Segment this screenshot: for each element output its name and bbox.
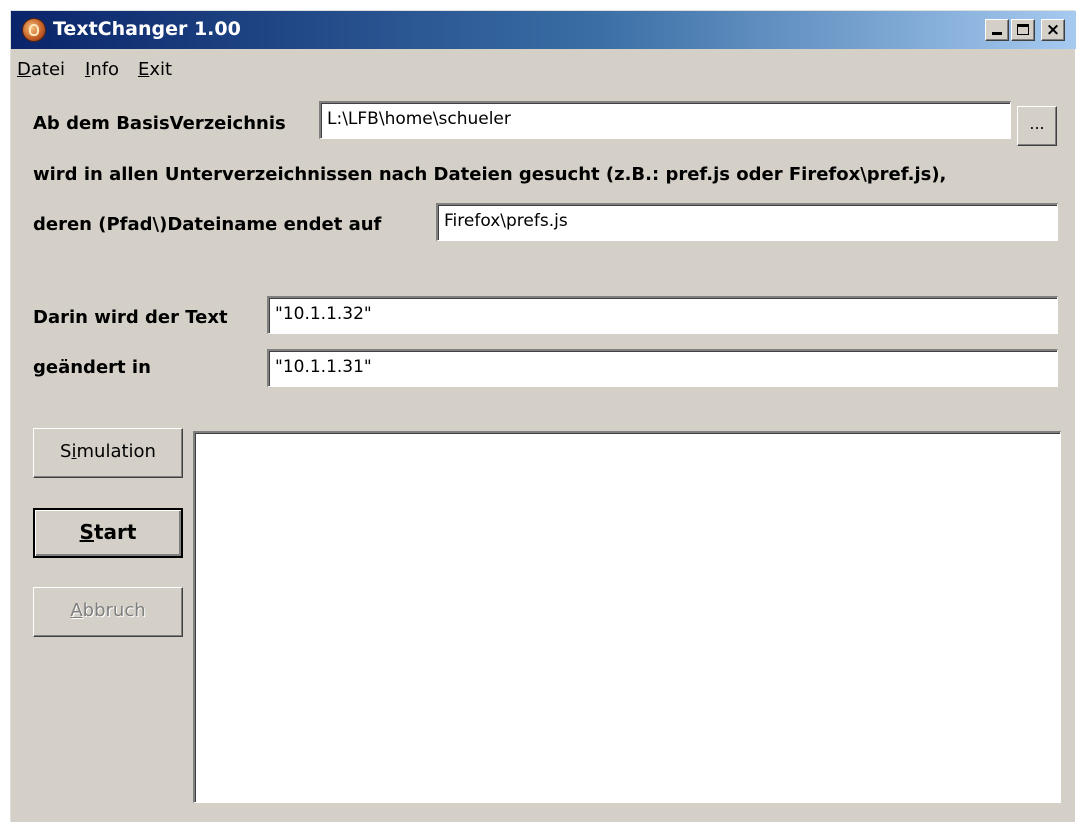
menu-label: xit [149,59,173,80]
button-mnemonic: A [70,600,83,621]
button-label: bbruch [82,600,146,621]
app-window: TextChanger 1.00 × Datei Info Exit Ab de… [10,10,1076,822]
menu-mnemonic: E [138,59,150,80]
menu-bar: Datei Info Exit [11,57,1075,85]
replace-text-input[interactable]: "10.1.1.31" [267,349,1058,387]
minimize-icon [992,32,1002,35]
menu-mnemonic: D [17,59,31,80]
search-description: wird in allen Unterverzeichnissen nach D… [33,164,947,185]
minimize-button[interactable] [985,19,1009,41]
simulation-button[interactable]: Simulation [33,428,183,478]
log-output[interactable] [193,431,1061,803]
button-mnemonic: S [79,520,94,544]
filename-label: deren (Pfad\)Dateiname endet auf [33,214,382,235]
search-text-label: Darin wird der Text [33,307,228,328]
button-label: S [60,441,72,462]
filename-input[interactable]: Firefox\prefs.js [436,203,1058,241]
menu-label: atei [30,59,66,80]
replace-text-label: geändert in [33,357,151,378]
title-bar[interactable]: TextChanger 1.00 × [11,11,1076,49]
browse-button[interactable]: ... [1017,106,1057,146]
base-dir-input[interactable]: L:\LFB\home\schueler [319,101,1011,139]
menu-item-datei[interactable]: Datei [17,59,65,80]
button-label: mulation [76,441,156,462]
search-text-input[interactable]: "10.1.1.32" [267,296,1058,334]
close-button[interactable]: × [1041,19,1065,41]
abort-button: Abbruch [33,587,183,637]
maximize-button[interactable] [1011,19,1035,41]
start-button[interactable]: Start [33,508,183,558]
maximize-icon [1017,24,1029,35]
window-title: TextChanger 1.00 [53,18,241,40]
menu-item-exit[interactable]: Exit [138,59,172,80]
menu-item-info[interactable]: Info [85,59,119,80]
close-icon: × [1045,20,1061,40]
button-label: tart [93,520,137,544]
menu-label: nfo [90,59,120,80]
app-icon [23,19,45,41]
base-dir-label: Ab dem BasisVerzeichnis [33,113,286,134]
